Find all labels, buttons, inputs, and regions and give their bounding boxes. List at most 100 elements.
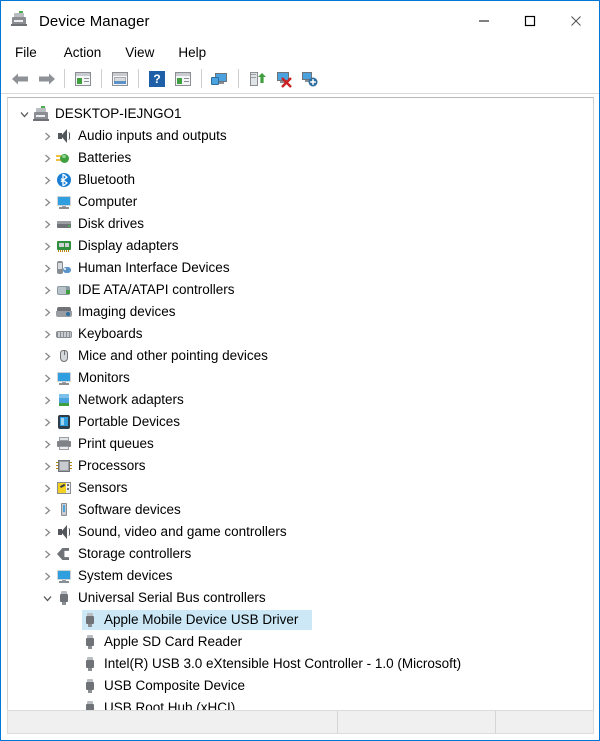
tree-item-audio-inputs-and-outputs[interactable]: Audio inputs and outputs <box>8 125 593 147</box>
chevron-right-icon[interactable] <box>39 367 56 389</box>
display-adapter-icon <box>56 238 72 254</box>
bluetooth-icon <box>56 172 72 188</box>
chevron-right-icon[interactable] <box>39 411 56 433</box>
toolbar-separator <box>101 69 102 88</box>
tree-item-desktop-iejngo1[interactable]: DESKTOP-IEJNGO1 <box>8 103 593 125</box>
tree-item-apple-sd-card-reader[interactable]: Apple SD Card Reader <box>8 631 593 653</box>
tree-item-label: Print queues <box>78 436 154 451</box>
chevron-right-icon[interactable] <box>39 345 56 367</box>
tree-item-print-queues[interactable]: Print queues <box>8 433 593 455</box>
tree-item-bluetooth[interactable]: Bluetooth <box>8 169 593 191</box>
tree-item-keyboards[interactable]: Keyboards <box>8 323 593 345</box>
tree-item-human-interface-devices[interactable]: Human Interface Devices <box>8 257 593 279</box>
title-bar: Device Manager <box>1 1 599 41</box>
toolbar-separator <box>201 69 202 88</box>
scan-for-hardware-changes-button[interactable] <box>207 67 233 91</box>
tree-item-computer[interactable]: Computer <box>8 191 593 213</box>
update-driver-button[interactable] <box>244 67 270 91</box>
tree-item-label: System devices <box>78 568 173 583</box>
close-button[interactable] <box>553 1 599 41</box>
tree-item-label: Keyboards <box>78 326 143 341</box>
help-icon: ? <box>149 70 165 87</box>
status-pane-2 <box>338 711 496 733</box>
tree-item-apple-mobile-device-usb-driver[interactable]: Apple Mobile Device USB Driver <box>8 609 593 631</box>
tree-item-disk-drives[interactable]: Disk drives <box>8 213 593 235</box>
chevron-right-icon[interactable] <box>39 389 56 411</box>
chevron-right-icon[interactable] <box>39 125 56 147</box>
software-device-icon <box>56 502 72 518</box>
tree-item-universal-serial-bus-controllers[interactable]: Universal Serial Bus controllers <box>8 587 593 609</box>
tree-item-monitors[interactable]: Monitors <box>8 367 593 389</box>
tree-item-system-devices[interactable]: System devices <box>8 565 593 587</box>
tree-item-network-adapters[interactable]: Network adapters <box>8 389 593 411</box>
show-hide-console-tree-button[interactable] <box>70 67 96 91</box>
chevron-right-icon[interactable] <box>39 235 56 257</box>
chevron-right-icon[interactable] <box>39 169 56 191</box>
uninstall-device-button[interactable] <box>270 67 296 91</box>
tree-item-processors[interactable]: Processors <box>8 455 593 477</box>
tree-item-imaging-devices[interactable]: Imaging devices <box>8 301 593 323</box>
tree-item-intel-usb-30-extensible-host-controller[interactable]: Intel(R) USB 3.0 eXtensible Host Control… <box>8 653 593 675</box>
tree-item-mice-and-other-pointing-devices[interactable]: Mice and other pointing devices <box>8 345 593 367</box>
usb-icon <box>82 656 98 672</box>
chevron-right-icon[interactable] <box>39 433 56 455</box>
disk-drive-icon <box>56 216 72 232</box>
tree-item-batteries[interactable]: Batteries <box>8 147 593 169</box>
tree-item-sound-video-and-game-controllers[interactable]: Sound, video and game controllers <box>8 521 593 543</box>
portable-device-icon <box>56 414 72 430</box>
device-tree-panel[interactable]: DESKTOP-IEJNGO1 Audio inputs and outputs <box>7 97 594 712</box>
chevron-right-icon[interactable] <box>39 543 56 565</box>
chevron-down-icon[interactable] <box>39 587 56 609</box>
tree-item-label: Universal Serial Bus controllers <box>78 590 266 605</box>
maximize-button[interactable] <box>507 1 553 41</box>
chevron-down-icon[interactable] <box>16 103 33 125</box>
tree-item-label: Apple SD Card Reader <box>104 634 243 649</box>
computer-tower-icon <box>33 106 49 122</box>
chevron-right-icon[interactable] <box>39 477 56 499</box>
properties-button[interactable] <box>107 67 133 91</box>
add-legacy-hardware-button[interactable] <box>296 67 322 91</box>
minimize-button[interactable] <box>461 1 507 41</box>
computer-icon <box>56 194 72 210</box>
tree-item-usb-composite-device[interactable]: USB Composite Device <box>8 675 593 697</box>
hid-icon <box>56 260 72 276</box>
back-button[interactable] <box>7 67 33 91</box>
status-pane-3 <box>496 711 593 733</box>
toolbar-separator <box>138 69 139 88</box>
chevron-right-icon[interactable] <box>39 279 56 301</box>
tree-item-portable-devices[interactable]: Portable Devices <box>8 411 593 433</box>
chevron-right-icon[interactable] <box>39 455 56 477</box>
chevron-right-icon[interactable] <box>39 213 56 235</box>
tree-item-label: Processors <box>78 458 146 473</box>
menu-help[interactable]: Help <box>175 43 217 62</box>
tree-item-label: Sound, video and game controllers <box>78 524 287 539</box>
tree-item-storage-controllers[interactable]: Storage controllers <box>8 543 593 565</box>
speaker-icon <box>56 524 72 540</box>
window-title: Device Manager <box>39 12 150 30</box>
tree-item-software-devices[interactable]: Software devices <box>8 499 593 521</box>
menu-file[interactable]: File <box>12 43 48 62</box>
tree-item-label: Imaging devices <box>78 304 176 319</box>
tree-item-display-adapters[interactable]: Display adapters <box>8 235 593 257</box>
menu-action[interactable]: Action <box>61 43 113 62</box>
add-hardware-icon <box>301 71 318 87</box>
show-hide-action-pane-button[interactable] <box>170 67 196 91</box>
chevron-right-icon[interactable] <box>39 499 56 521</box>
chevron-right-icon[interactable] <box>39 257 56 279</box>
toolbar: ? <box>1 64 599 94</box>
tree-item-label: Audio inputs and outputs <box>78 128 227 143</box>
chevron-right-icon[interactable] <box>39 323 56 345</box>
menu-view[interactable]: View <box>122 43 165 62</box>
toolbar-separator <box>238 69 239 88</box>
chevron-right-icon[interactable] <box>39 301 56 323</box>
chevron-right-icon[interactable] <box>39 521 56 543</box>
chevron-right-icon[interactable] <box>39 147 56 169</box>
help-button[interactable]: ? <box>144 67 170 91</box>
sensor-icon <box>56 480 72 496</box>
system-device-icon <box>56 568 72 584</box>
tree-item-sensors[interactable]: Sensors <box>8 477 593 499</box>
forward-button[interactable] <box>33 67 59 91</box>
chevron-right-icon[interactable] <box>39 565 56 587</box>
chevron-right-icon[interactable] <box>39 191 56 213</box>
tree-item-ide-ata-atapi-controllers[interactable]: IDE ATA/ATAPI controllers <box>8 279 593 301</box>
